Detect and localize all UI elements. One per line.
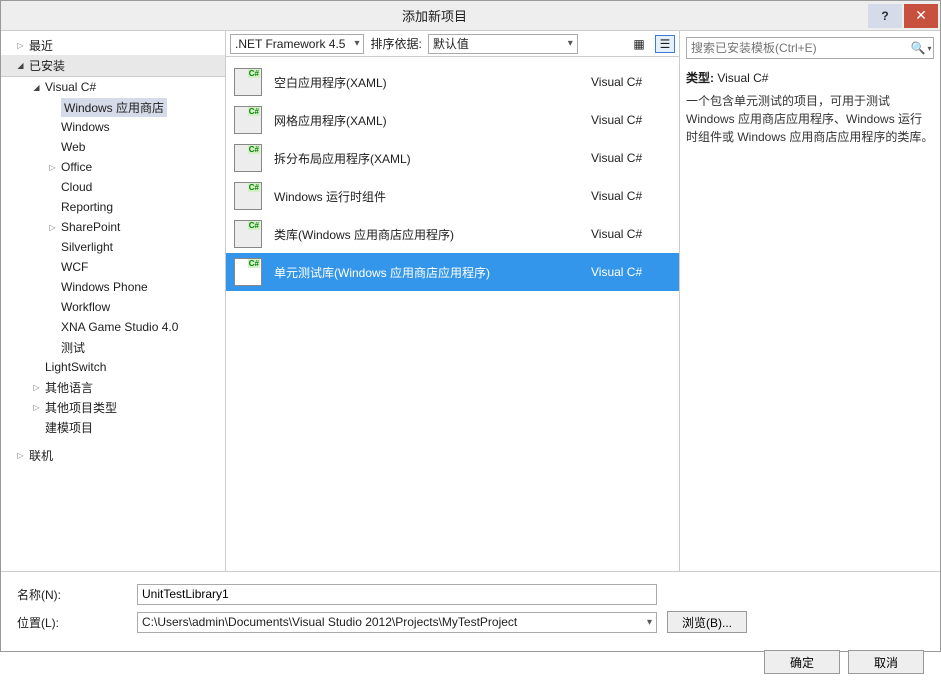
browse-button[interactable]: 浏览(B)...	[667, 611, 747, 633]
search-box[interactable]: 🔍	[686, 37, 934, 59]
ok-button[interactable]: 确定	[764, 650, 840, 674]
template-toolbar: .NET Framework 4.5 排序依据: 默认值 ▦ ☰	[226, 31, 679, 57]
tree-online[interactable]: 联机	[1, 445, 225, 465]
template-icon	[234, 182, 262, 210]
tree-workflow[interactable]: Workflow	[1, 297, 225, 317]
tree-recent[interactable]: 最近	[1, 35, 225, 55]
dialog-title: 添加新项目	[1, 6, 868, 25]
cancel-button[interactable]: 取消	[848, 650, 924, 674]
template-icon	[234, 144, 262, 172]
tree-model-proj[interactable]: 建模项目	[1, 417, 225, 437]
search-input[interactable]	[687, 41, 909, 55]
template-row[interactable]: 网格应用程序(XAML) Visual C#	[226, 101, 679, 139]
tree-sharepoint[interactable]: SharePoint	[1, 217, 225, 237]
name-row: 名称(N):	[17, 580, 924, 608]
tree-lightswitch[interactable]: LightSwitch	[1, 357, 225, 377]
location-label: 位置(L):	[17, 614, 127, 631]
tree-installed[interactable]: 已安装	[1, 55, 225, 77]
tree-web[interactable]: Web	[1, 137, 225, 157]
details-panel: 🔍 类型: Visual C# 一个包含单元测试的项目，可用于测试 Window…	[680, 31, 940, 571]
template-row-selected[interactable]: 单元测试库(Windows 应用商店应用程序) Visual C#	[226, 253, 679, 291]
tree-cloud[interactable]: Cloud	[1, 177, 225, 197]
name-label: 名称(N):	[17, 586, 127, 603]
template-icon	[234, 258, 262, 286]
name-input[interactable]	[137, 584, 657, 605]
tree-silverlight[interactable]: Silverlight	[1, 237, 225, 257]
help-button[interactable]: ?	[868, 4, 902, 28]
close-button[interactable]: ✕	[904, 4, 938, 28]
template-list: 空白应用程序(XAML) Visual C# 网格应用程序(XAML) Visu…	[226, 57, 679, 571]
tree-visual-csharp[interactable]: Visual C#	[1, 77, 225, 97]
framework-select[interactable]: .NET Framework 4.5	[230, 34, 364, 54]
tree-windows-store[interactable]: Windows 应用商店	[1, 97, 225, 117]
chevron-right-icon	[31, 382, 42, 393]
tree-xna[interactable]: XNA Game Studio 4.0	[1, 317, 225, 337]
template-icon	[234, 68, 262, 96]
template-row[interactable]: 拆分布局应用程序(XAML) Visual C#	[226, 139, 679, 177]
details-type: 类型: Visual C#	[686, 69, 934, 86]
tree-test[interactable]: 测试	[1, 337, 225, 357]
dialog-buttons: 确定 取消	[1, 644, 940, 684]
chevron-right-icon	[15, 450, 26, 461]
chevron-right-icon	[31, 402, 42, 413]
template-row[interactable]: Windows 运行时组件 Visual C#	[226, 177, 679, 215]
template-row[interactable]: 类库(Windows 应用商店应用程序) Visual C#	[226, 215, 679, 253]
tree-reporting[interactable]: Reporting	[1, 197, 225, 217]
template-center: .NET Framework 4.5 排序依据: 默认值 ▦ ☰ 空白应用程序(…	[226, 31, 680, 571]
chevron-right-icon	[47, 222, 58, 233]
template-tree: 最近 已安装 Visual C# Windows 应用商店 Windows We…	[1, 31, 226, 571]
title-bar: 添加新项目 ? ✕	[1, 1, 940, 31]
search-icon[interactable]: 🔍	[909, 41, 933, 55]
location-combo[interactable]: C:\Users\admin\Documents\Visual Studio 2…	[137, 612, 657, 633]
tree-windows[interactable]: Windows	[1, 117, 225, 137]
sort-select[interactable]: 默认值	[428, 34, 578, 54]
tree-other-proj[interactable]: 其他项目类型	[1, 397, 225, 417]
chevron-down-icon	[31, 82, 42, 93]
chevron-right-icon	[47, 162, 58, 173]
tree-wcf[interactable]: WCF	[1, 257, 225, 277]
main-content: 最近 已安装 Visual C# Windows 应用商店 Windows We…	[1, 31, 940, 571]
chevron-down-icon	[15, 60, 26, 71]
template-icon	[234, 220, 262, 248]
view-small-icons[interactable]: ☰	[655, 35, 675, 53]
tree-other-lang[interactable]: 其他语言	[1, 377, 225, 397]
tree-windows-phone[interactable]: Windows Phone	[1, 277, 225, 297]
template-icon	[234, 106, 262, 134]
sort-label: 排序依据:	[370, 35, 421, 52]
details-description: 一个包含单元测试的项目，可用于测试 Windows 应用商店应用程序、Windo…	[686, 92, 934, 146]
bottom-form: 名称(N): 位置(L): C:\Users\admin\Documents\V…	[1, 571, 940, 644]
chevron-right-icon	[15, 40, 26, 51]
tree-office[interactable]: Office	[1, 157, 225, 177]
template-row[interactable]: 空白应用程序(XAML) Visual C#	[226, 63, 679, 101]
location-row: 位置(L): C:\Users\admin\Documents\Visual S…	[17, 608, 924, 636]
view-medium-icons[interactable]: ▦	[629, 35, 649, 53]
